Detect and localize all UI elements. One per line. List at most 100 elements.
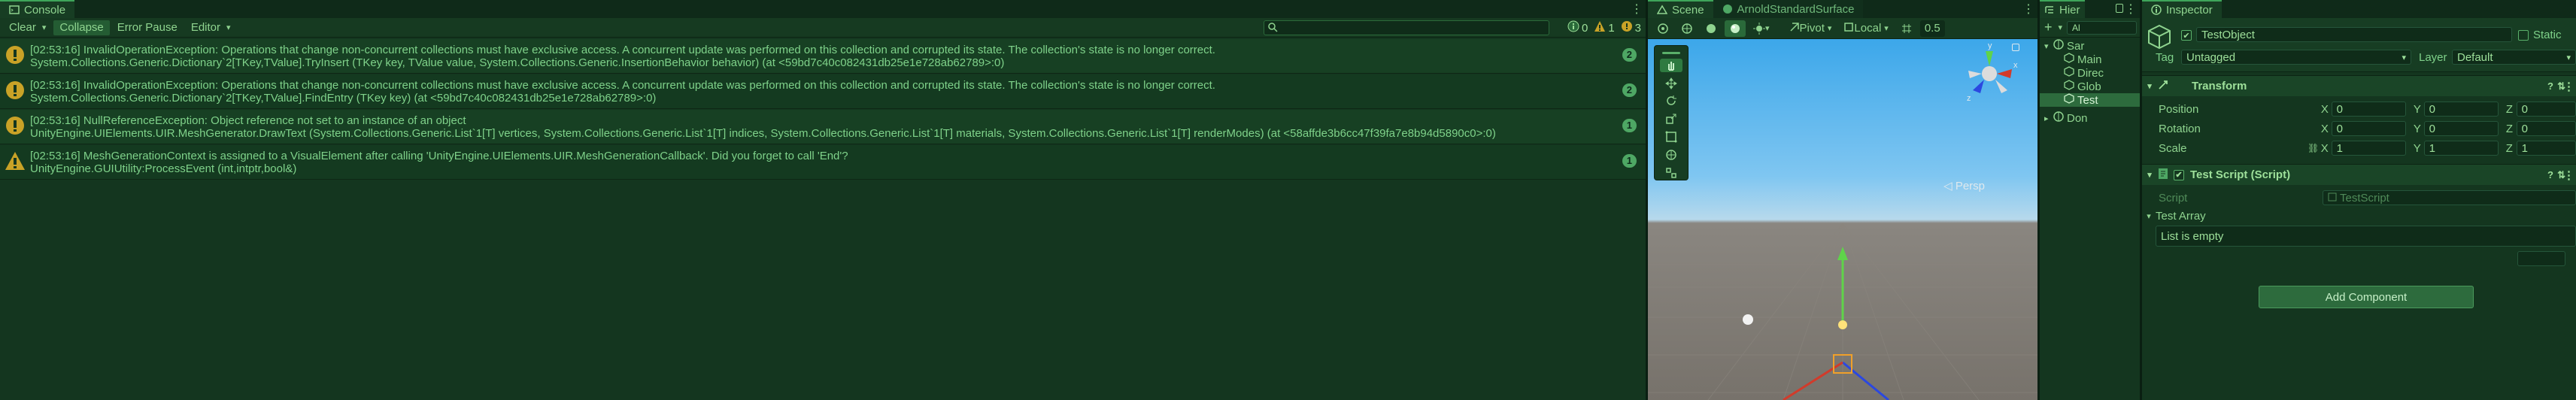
- scale-y: 1: [2429, 141, 2435, 155]
- foldout-arrow-icon[interactable]: ▾: [2142, 170, 2157, 180]
- tag-dropdown[interactable]: Untagged: [2181, 50, 2411, 65]
- log-line2: System.Collections.Generic.Dictionary`2[…: [30, 92, 657, 105]
- script-row: Script TestScript: [2142, 188, 2576, 208]
- tab-hierarchy-label: Hier: [2059, 3, 2080, 17]
- foldout-arrow-icon[interactable]: ▾: [2142, 211, 2156, 221]
- script-label: Script: [2159, 191, 2188, 205]
- log-row[interactable]: [02:53:16] MeshGenerationContext is assi…: [0, 145, 1646, 180]
- transform-header[interactable]: ▾ Transform ? ⇅ ⋮: [2142, 75, 2576, 96]
- tab-asset[interactable]: ArnoldStandardSurface: [1713, 0, 1864, 18]
- add-component-label: Add Component: [2325, 290, 2408, 304]
- rotation-x: 0: [2336, 122, 2344, 135]
- position-z-field[interactable]: 0: [2516, 102, 2576, 117]
- grid-snap-icon[interactable]: [1896, 20, 1917, 37]
- rect-tool-icon[interactable]: [1660, 130, 1682, 144]
- shading-solid-icon[interactable]: [1701, 20, 1722, 37]
- scale-y-field[interactable]: 1: [2423, 141, 2499, 156]
- rotation-z-field[interactable]: 0: [2516, 121, 2576, 136]
- hierarchy-item-main-camera[interactable]: Main: [2040, 53, 2140, 66]
- component-menu-icon[interactable]: ⋮: [2563, 80, 2574, 93]
- expand-arrow-icon[interactable]: ▾: [2044, 41, 2053, 51]
- add-component-button[interactable]: Add Component: [2259, 286, 2474, 308]
- tab-inspector[interactable]: Inspector: [2142, 0, 2222, 18]
- overlay-grip[interactable]: [1662, 52, 1680, 54]
- hierarchy-menu-icon[interactable]: ⋮: [2125, 2, 2137, 17]
- log-count-badge: 2: [1622, 83, 1637, 97]
- scale-tool-icon[interactable]: [1660, 112, 1682, 126]
- rotation-x-field[interactable]: 0: [2331, 121, 2406, 136]
- shading-wire-icon[interactable]: [1676, 20, 1698, 37]
- hierarchy-item-dont-destroy[interactable]: ▸ Don: [2040, 111, 2140, 125]
- object-name-input[interactable]: TestObject: [2196, 27, 2512, 42]
- tab-hierarchy[interactable]: Hier: [2040, 0, 2085, 18]
- gizmo-lock-icon[interactable]: [2012, 44, 2019, 51]
- rotate-tool-icon[interactable]: [1660, 95, 1682, 108]
- active-checkbox[interactable]: ✔: [2181, 30, 2192, 41]
- tab-console[interactable]: Console: [0, 0, 75, 18]
- test-array-row[interactable]: ▾ Test Array: [2142, 206, 2576, 226]
- hierarchy-item-directional-light[interactable]: Direc: [2040, 66, 2140, 80]
- transform-tool-icon[interactable]: [1660, 148, 1682, 162]
- script-enabled-checkbox[interactable]: ✔: [2174, 169, 2184, 180]
- scale-z-field[interactable]: 1: [2516, 141, 2576, 156]
- constrain-proportions-icon[interactable]: ⛓: [2307, 143, 2321, 153]
- console-search-input[interactable]: [1264, 20, 1549, 35]
- custom-tool-icon[interactable]: [1660, 166, 1682, 180]
- scene-viewport[interactable]: y x z ◁ Persp: [1648, 39, 2037, 400]
- scene-menu-icon[interactable]: ⋮: [2022, 2, 2034, 17]
- console-menu-icon[interactable]: ⋮: [1631, 2, 1643, 17]
- lighting-icon[interactable]: ▾: [1749, 20, 1774, 37]
- draw-mode-icon[interactable]: [1652, 20, 1673, 37]
- hierarchy-item-global-volume[interactable]: Glob: [2040, 80, 2140, 93]
- collapse-toggle[interactable]: Collapse: [53, 20, 110, 35]
- info-icon: [1567, 20, 1579, 35]
- script-component-header[interactable]: ▾ ✔ Test Script (Script) ? ⇅ ⋮: [2142, 164, 2576, 185]
- scale-x-field[interactable]: 1: [2331, 141, 2406, 156]
- help-icon[interactable]: ?: [2547, 80, 2553, 92]
- create-button[interactable]: +: [2043, 20, 2064, 35]
- local-dropdown[interactable]: Local: [1839, 20, 1892, 37]
- foldout-arrow-icon[interactable]: ▾: [2142, 81, 2157, 91]
- warning-count-toggle[interactable]: 1: [1594, 20, 1615, 35]
- static-label: Static: [2533, 29, 2562, 41]
- object-header: ✔ TestObject Static Tag Untagged Layer D…: [2142, 18, 2576, 72]
- log-row[interactable]: [02:53:16] InvalidOperationException: Op…: [0, 74, 1646, 109]
- rotation-y-field[interactable]: 0: [2423, 121, 2499, 136]
- log-text: [02:53:16] InvalidOperationException: Op…: [30, 39, 1646, 73]
- shading-shaded-icon[interactable]: [1725, 20, 1746, 37]
- log-text: [02:53:16] InvalidOperationException: Op…: [30, 74, 1646, 108]
- log-row[interactable]: [02:53:16] InvalidOperationException: Op…: [0, 39, 1646, 74]
- component-menu-icon[interactable]: ⋮: [2563, 168, 2574, 182]
- hierarchy-item-scene[interactable]: ▾ Sar: [2040, 39, 2140, 53]
- z-axis-label: Z: [2505, 141, 2513, 155]
- snap-increment-field[interactable]: 0.5: [1919, 20, 1945, 37]
- y-axis-label: Y: [2413, 102, 2421, 116]
- error-pause-toggle[interactable]: Error Pause: [111, 20, 184, 35]
- hand-tool-icon[interactable]: [1660, 58, 1682, 72]
- projection-label[interactable]: ◁ Persp: [1943, 179, 1985, 192]
- static-checkbox[interactable]: [2518, 30, 2529, 41]
- editor-dropdown[interactable]: Editor: [185, 20, 237, 35]
- position-x-field[interactable]: 0: [2331, 102, 2406, 117]
- hierarchy-item-test-object[interactable]: Test: [2040, 93, 2140, 107]
- move-tool-icon[interactable]: [1660, 77, 1682, 90]
- error-count-toggle[interactable]: 3: [1621, 20, 1641, 35]
- log-count-toggle[interactable]: 0: [1567, 20, 1588, 35]
- hierarchy-search-input[interactable]: Al: [2067, 20, 2137, 35]
- expand-arrow-icon[interactable]: ▸: [2044, 114, 2053, 123]
- gameobject-icon: [2064, 53, 2074, 66]
- pivot-dropdown[interactable]: Pivot: [1785, 20, 1837, 37]
- position-y: 0: [2429, 102, 2436, 116]
- clear-button[interactable]: Clear: [3, 20, 52, 35]
- layer-dropdown[interactable]: Default: [2452, 50, 2576, 65]
- clear-label: Clear: [9, 21, 36, 34]
- tag-value: Untagged: [2186, 50, 2236, 64]
- log-warning-icon: [0, 110, 30, 144]
- log-count: 0: [1581, 21, 1588, 35]
- help-icon[interactable]: ?: [2547, 169, 2553, 180]
- tab-scene[interactable]: Scene: [1648, 0, 1713, 18]
- log-row[interactable]: [02:53:16] NullReferenceException: Objec…: [0, 110, 1646, 144]
- search-icon: [1267, 22, 1278, 35]
- position-y-field[interactable]: 0: [2423, 102, 2499, 117]
- hierarchy-lock-icon[interactable]: [2116, 4, 2123, 13]
